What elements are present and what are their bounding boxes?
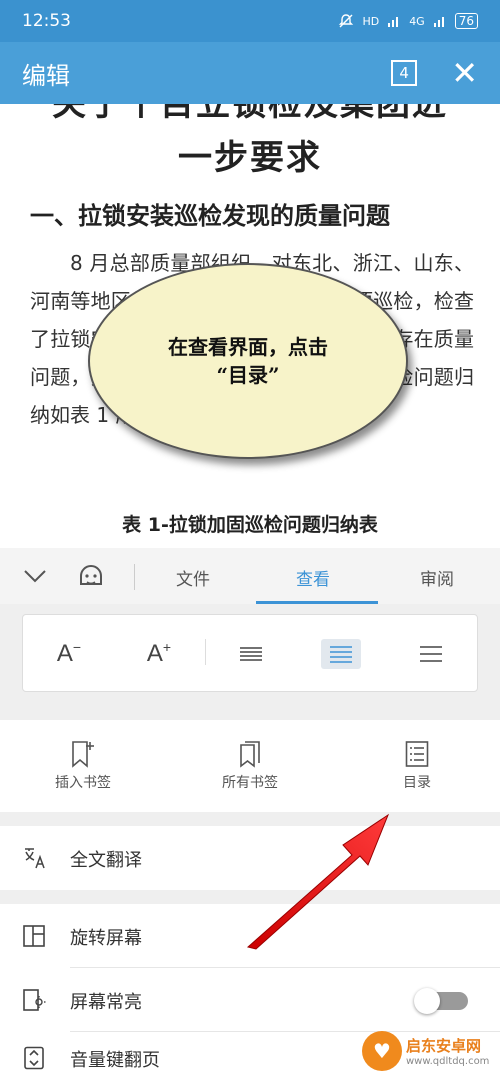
keep-screen-on-toggle[interactable] xyxy=(414,988,468,1014)
app-header: 编辑 4 ✕ xyxy=(0,42,500,104)
bottom-tab-bar: 文件 查看 审阅 xyxy=(0,548,500,604)
volume-page-icon xyxy=(24,1046,44,1070)
rotate-screen-icon xyxy=(23,925,45,947)
line-spacing-tight-icon xyxy=(240,647,262,661)
font-increase-button[interactable]: A + xyxy=(139,639,179,669)
watermark-logo-icon: ♥ xyxy=(362,1031,402,1071)
line-spacing-medium-icon xyxy=(330,646,352,663)
mute-bell-icon xyxy=(339,14,354,28)
line-spacing-medium-button[interactable] xyxy=(321,639,361,669)
tab-view[interactable]: 查看 xyxy=(296,565,330,590)
watermark-url: www.qdltdq.com xyxy=(406,1056,490,1067)
font-decrease-label: A xyxy=(56,640,73,667)
network-4g-label: 4G xyxy=(409,14,425,28)
format-toolbar: A − A + xyxy=(22,614,478,692)
status-icons: HD 4G 76 xyxy=(338,13,478,29)
rotate-screen-label: 旋转屏幕 xyxy=(70,928,142,949)
site-watermark: ♥ 启东安卓网 www.qdltdq.com xyxy=(362,1026,492,1076)
bookmark-row: 插入书签 所有书签 目录 xyxy=(0,720,500,812)
watermark-name: 启东安卓网 xyxy=(406,1037,482,1055)
format-separator xyxy=(205,639,206,665)
font-decrease-button[interactable]: A − xyxy=(49,639,89,669)
all-bookmarks-button[interactable]: 所有书签 xyxy=(190,720,310,812)
document-heading: 一、拉锁安装巡检发现的质量问题 xyxy=(30,202,390,230)
line-spacing-tight-button[interactable] xyxy=(231,639,271,669)
line-spacing-wide-icon xyxy=(420,646,442,662)
toc-button[interactable]: 目录 xyxy=(357,720,477,812)
full-translate-label: 全文翻译 xyxy=(70,850,142,871)
assistant-face-icon[interactable] xyxy=(76,560,106,590)
insert-bookmark-label: 插入书签 xyxy=(55,775,111,791)
battery-icon: 76 xyxy=(454,13,478,29)
insert-bookmark-button[interactable]: 插入书签 xyxy=(23,720,143,812)
edit-button[interactable]: 编辑 xyxy=(22,56,70,91)
brightness-icon xyxy=(23,989,46,1011)
close-icon[interactable]: ✕ xyxy=(451,57,478,89)
document-title-partial: 关于个目立锁检及集团进 xyxy=(52,104,448,124)
instruction-callout: 在查看界面，点击 “目录” xyxy=(88,263,408,459)
document-title: 一步要求 xyxy=(178,138,322,178)
status-time: 12:53 xyxy=(22,11,71,31)
callout-line-2: “目录” xyxy=(216,363,280,387)
signal-icon-2 xyxy=(433,17,444,27)
volume-key-page-label: 音量键翻页 xyxy=(70,1050,160,1071)
line-spacing-wide-button[interactable] xyxy=(411,639,451,669)
status-bar: 12:53 HD 4G 76 xyxy=(0,0,500,42)
table-caption: 表 1-拉锁加固巡检问题归纳表 xyxy=(122,514,378,536)
keep-screen-on-row[interactable]: 屏幕常亮 xyxy=(0,968,500,1032)
toggle-knob xyxy=(414,988,440,1014)
add-bookmark-icon xyxy=(72,741,94,768)
tab-review[interactable]: 审阅 xyxy=(420,565,454,590)
font-increase-label: A xyxy=(146,640,163,667)
keep-screen-on-label: 屏幕常亮 xyxy=(70,992,142,1013)
annotation-arrow-icon xyxy=(246,813,390,950)
page-count-button[interactable]: 4 xyxy=(391,60,418,86)
tab-file[interactable]: 文件 xyxy=(176,565,210,590)
translate-icon xyxy=(25,848,45,869)
callout-line-1: 在查看界面，点击 xyxy=(168,335,328,359)
network-hd-label: HD xyxy=(362,14,380,28)
toc-list-icon xyxy=(405,741,429,767)
tab-separator xyxy=(134,564,135,590)
bookmarks-icon xyxy=(240,741,260,768)
all-bookmarks-label: 所有书签 xyxy=(222,775,278,791)
toc-label: 目录 xyxy=(403,775,431,791)
chevron-down-icon[interactable] xyxy=(22,564,48,588)
signal-icon xyxy=(388,17,399,27)
